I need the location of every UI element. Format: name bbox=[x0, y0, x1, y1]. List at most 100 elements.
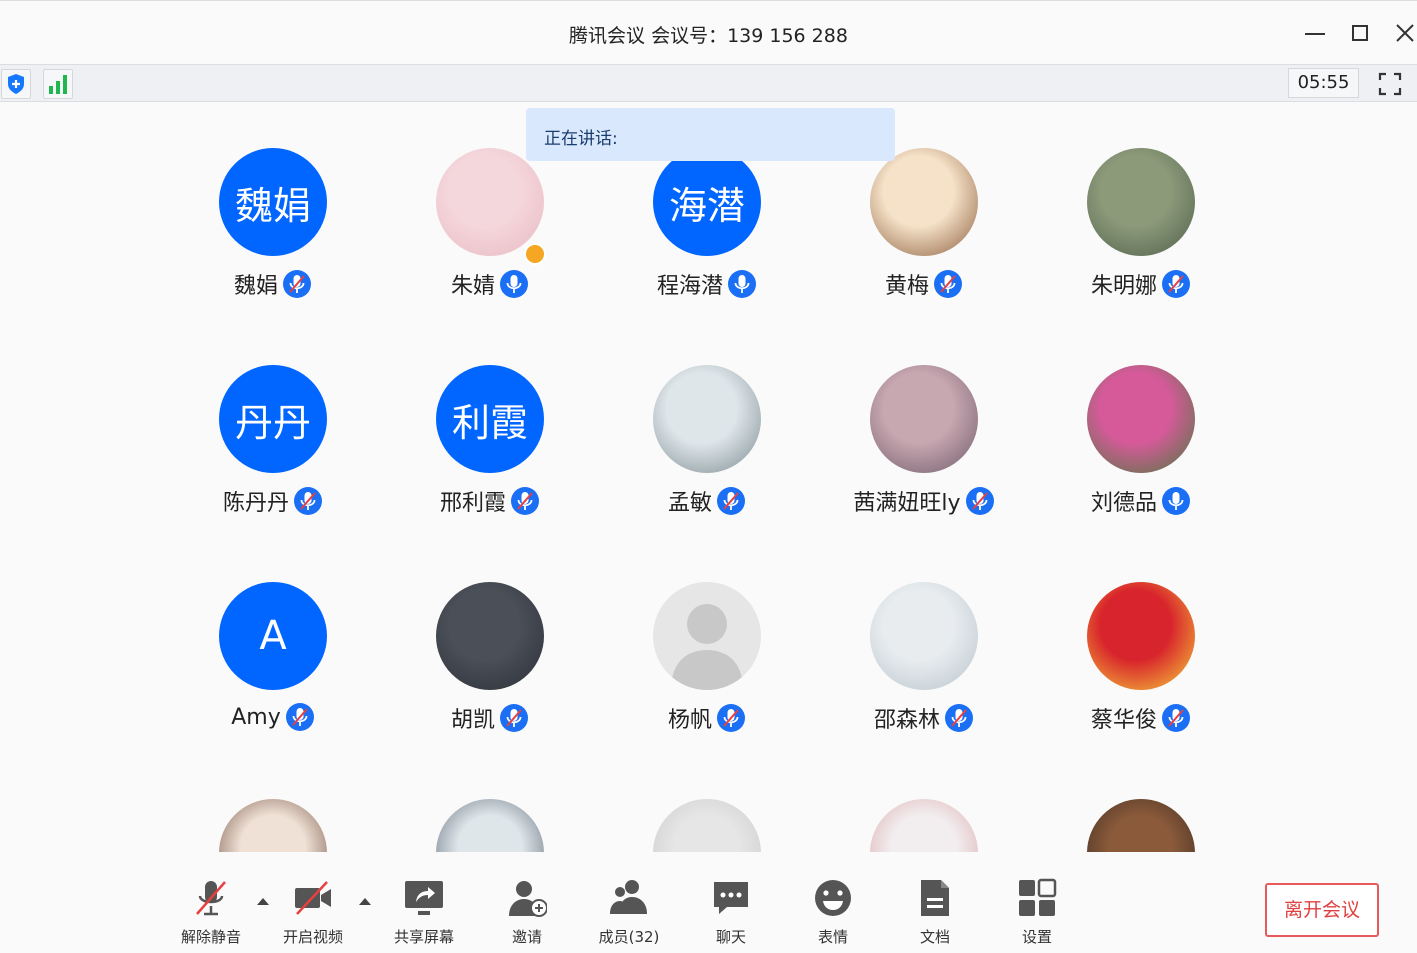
avatar bbox=[1087, 799, 1195, 852]
participant-name: 邢利霞 bbox=[439, 491, 506, 516]
participant-tile[interactable]: 黄梅 bbox=[824, 148, 1024, 328]
participant-tile-partial[interactable] bbox=[390, 799, 590, 852]
mic-muted-icon bbox=[965, 486, 995, 516]
docs-button[interactable]: 文档 bbox=[890, 878, 980, 948]
avatar bbox=[1087, 148, 1195, 256]
avatar: 丹丹 bbox=[219, 365, 327, 473]
members-button[interactable]: 成员(32) bbox=[584, 878, 674, 948]
participant-name-row: 邢利霞 bbox=[390, 485, 590, 517]
speaking-banner: 正在讲话: bbox=[526, 108, 895, 161]
participant-name: 黄梅 bbox=[884, 274, 929, 299]
info-strip: 05:55 bbox=[0, 64, 1417, 102]
participant-name-row: 胡凯 bbox=[390, 702, 590, 734]
shield-icon bbox=[8, 74, 24, 94]
participant-tile[interactable]: 茜满妞旺ly bbox=[824, 365, 1024, 545]
participant-tile[interactable]: A Amy bbox=[173, 582, 373, 762]
participant-tile[interactable]: 刘德品 bbox=[1041, 365, 1241, 545]
participant-tile[interactable]: 丹丹 陈丹丹 bbox=[173, 365, 373, 545]
participant-name: 蔡华俊 bbox=[1090, 708, 1157, 733]
network-button[interactable] bbox=[43, 69, 73, 99]
participant-name: 孟敏 bbox=[667, 491, 712, 516]
participant-name-row: 朱婧 bbox=[390, 268, 590, 300]
participant-tile-partial[interactable] bbox=[607, 799, 807, 852]
title-bar: 腾讯会议 会议号：139 156 288 bbox=[0, 0, 1417, 64]
participant-tile[interactable]: 蔡华俊 bbox=[1041, 582, 1241, 762]
participant-name: 茜满妞旺ly bbox=[853, 491, 961, 516]
participant-name: 邵森林 bbox=[873, 708, 940, 733]
reactions-button[interactable]: 表情 bbox=[788, 878, 878, 948]
chat-icon bbox=[714, 882, 748, 914]
participant-tile[interactable]: 邵森林 bbox=[824, 582, 1024, 762]
document-icon bbox=[921, 880, 949, 916]
participant-name-row: 邵森林 bbox=[824, 702, 1024, 734]
participant-name-row: 朱明娜 bbox=[1041, 268, 1241, 300]
start-video-label: 开启视频 bbox=[282, 928, 343, 946]
participant-tile[interactable]: 胡凯 bbox=[390, 582, 590, 762]
avatar bbox=[653, 799, 761, 852]
avatar bbox=[1087, 365, 1195, 473]
mic-on-icon bbox=[499, 269, 529, 299]
participant-name: 胡凯 bbox=[450, 708, 495, 733]
host-badge-icon bbox=[524, 243, 546, 265]
avatar bbox=[653, 365, 761, 473]
mic-muted-icon bbox=[285, 702, 315, 732]
maximize-icon[interactable] bbox=[1346, 19, 1374, 47]
mic-muted-icon bbox=[1161, 703, 1191, 733]
participant-name: 魏娟 bbox=[233, 274, 278, 299]
participant-tile[interactable]: 杨帆 bbox=[607, 582, 807, 762]
participant-tile[interactable]: 朱明娜 bbox=[1041, 148, 1241, 328]
participant-tile[interactable]: 孟敏 bbox=[607, 365, 807, 545]
participant-name-row: 杨帆 bbox=[607, 702, 807, 734]
participant-name: Amy bbox=[231, 704, 281, 730]
participant-name-row: 孟敏 bbox=[607, 485, 807, 517]
mic-muted-icon bbox=[499, 703, 529, 733]
avatar bbox=[436, 582, 544, 690]
participant-name: 朱明娜 bbox=[1090, 274, 1157, 299]
close-icon[interactable] bbox=[1391, 19, 1417, 47]
participant-tile-partial[interactable] bbox=[824, 799, 1024, 852]
participant-tile-partial[interactable] bbox=[173, 799, 373, 852]
participant-name-row: 刘德品 bbox=[1041, 485, 1241, 517]
share-screen-button[interactable]: 共享屏幕 bbox=[379, 878, 469, 948]
invite-button[interactable]: 邀请 bbox=[482, 878, 572, 948]
participant-name: 杨帆 bbox=[667, 708, 712, 733]
leave-meeting-button[interactable]: 离开会议 bbox=[1265, 883, 1379, 937]
window-title: 腾讯会议 会议号：139 156 288 bbox=[569, 25, 848, 47]
minimize-icon[interactable] bbox=[1301, 19, 1329, 47]
participant-tile[interactable]: 魏娟 魏娟 bbox=[173, 148, 373, 328]
participant-name-row: 黄梅 bbox=[824, 268, 1024, 300]
unmute-label: 解除静音 bbox=[180, 928, 241, 946]
mic-muted-icon bbox=[282, 269, 312, 299]
settings-button[interactable]: 设置 bbox=[992, 878, 1082, 948]
grid-settings-icon bbox=[1019, 878, 1057, 916]
speaking-label: 正在讲话: bbox=[544, 129, 618, 149]
chat-button[interactable]: 聊天 bbox=[686, 878, 776, 948]
settings-label: 设置 bbox=[1021, 928, 1052, 946]
participant-grid: 魏娟 魏娟 朱婧 海潜 程海潜 黄梅 朱明娜 丹丹 陈丹丹 利霞 邢利霞 孟敏 茜满妞旺ly 刘德品 A Am… bbox=[0, 102, 1417, 852]
participant-tile[interactable]: 朱婧 bbox=[390, 148, 590, 328]
avatar bbox=[870, 365, 978, 473]
mic-muted-icon bbox=[196, 881, 226, 916]
participant-name: 朱婧 bbox=[450, 274, 495, 299]
add-user-icon bbox=[509, 881, 547, 917]
video-options-caret-icon[interactable] bbox=[358, 896, 372, 906]
participant-name-row: 蔡华俊 bbox=[1041, 702, 1241, 734]
unmute-button[interactable]: 解除静音 bbox=[166, 878, 256, 948]
share-screen-icon bbox=[405, 881, 443, 915]
avatar bbox=[436, 799, 544, 852]
mic-muted-icon bbox=[716, 486, 746, 516]
avatar bbox=[870, 148, 978, 256]
security-button[interactable] bbox=[1, 69, 31, 99]
avatar: A bbox=[219, 582, 327, 690]
participant-name: 程海潜 bbox=[656, 274, 723, 299]
participant-name: 刘德品 bbox=[1090, 491, 1157, 516]
mic-muted-icon bbox=[716, 703, 746, 733]
participant-name: 陈丹丹 bbox=[222, 491, 289, 516]
participant-tile[interactable]: 海潜 程海潜 bbox=[607, 148, 807, 328]
start-video-button[interactable]: 开启视频 bbox=[268, 878, 358, 948]
participant-tile-partial[interactable] bbox=[1041, 799, 1241, 852]
fullscreen-icon[interactable] bbox=[1376, 70, 1404, 98]
members-label: 成员(32) bbox=[598, 928, 660, 946]
signal-bars-icon bbox=[49, 75, 67, 94]
participant-tile[interactable]: 利霞 邢利霞 bbox=[390, 365, 590, 545]
